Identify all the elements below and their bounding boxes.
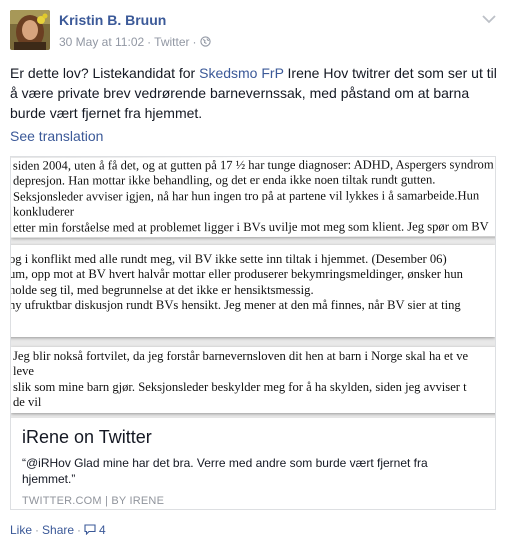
letter-line: slik som mine barn gjør. Seksjonsleder b… [13,379,467,394]
post-actions: Like · Share · 4 [10,523,106,537]
card-title[interactable]: iRene on Twitter [22,426,484,448]
letter-strip-2: og i konflikt med alle rundt meg, vil BV… [11,245,495,337]
card-description: “@iRHov Glad mine har det bra. Verre med… [22,456,428,486]
letter-line: Jeg blir nokså fortvilet, da jeg forstår… [13,349,469,363]
letter-line: siden 2004, uten å få det, og at gutten … [12,157,494,173]
card-info[interactable]: iRene on Twitter “@iRHov Glad mine har d… [11,417,495,509]
speech-bubble-icon [84,524,96,535]
share-link[interactable]: Share [42,523,74,537]
globe-icon[interactable] [199,35,211,49]
post-text: Er dette lov? Listekandidat for Skedsmo … [10,63,500,123]
card-source: TWITTER.COM | BY IRENE [22,495,165,507]
like-link[interactable]: Like [10,523,32,537]
letter-line: ny ufruktbar diskusjon rundt BVs hensikt… [11,298,461,313]
post-timestamp[interactable]: 30 May at 11:02 [59,35,144,49]
see-translation-link[interactable]: See translation [10,128,103,144]
letter-line: um, opp mot at BV hvert halvår mottar el… [11,267,463,282]
letter-line: depresjon. Han mottar ikke behandling, o… [12,172,436,189]
meta-separator: · [147,35,152,49]
skedsmo-frp-link[interactable]: Skedsmo FrP [199,65,284,81]
facebook-post: Kristin B. Bruun 30 May at 11:02 · Twitter… [0,0,509,548]
author-name[interactable]: Kristin B. Bruun [59,12,166,28]
letter-strip-3: Jeg blir nokså fortvilet, da jeg forstår… [11,347,495,413]
post-source[interactable]: Twitter [154,35,189,49]
letter-line: etter min forståelse med at problemet li… [13,219,489,235]
post-meta: 30 May at 11:02 · Twitter · [59,35,211,49]
letter-line: de vil [13,395,42,410]
post-text-start: Er dette lov? Listekandidat for [10,65,200,81]
comment-count: 4 [99,523,106,537]
action-separator: · [35,523,40,537]
letter-line: konkluderer [13,204,74,219]
link-preview-card[interactable]: siden 2004, uten å få det, og at gutten … [10,156,496,510]
letter-line: leve [13,364,34,379]
scanned-letter-image[interactable]: siden 2004, uten å få det, og at gutten … [11,157,495,417]
letter-strip-1: siden 2004, uten å få det, og at gutten … [11,157,495,238]
meta-separator: · [192,35,197,49]
letter-line: og i konflikt med alle rundt meg, vil BV… [11,252,447,266]
avatar[interactable] [10,10,50,50]
letter-line: holde seg til, med begrunnelse at det ik… [11,282,314,297]
chevron-down-icon[interactable] [481,12,497,24]
avatar-photo [10,10,50,50]
comment-count-link[interactable]: 4 [84,523,106,537]
letter-line: Seksjonsleder avviser igjen, nå har hun … [12,188,480,204]
action-separator: · [77,523,82,537]
